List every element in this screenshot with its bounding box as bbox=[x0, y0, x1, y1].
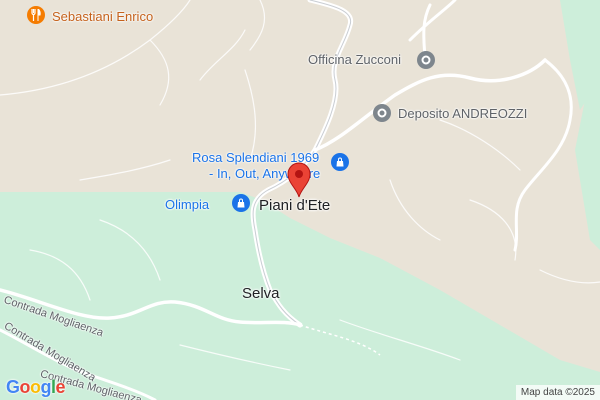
fork-knife-icon[interactable] bbox=[27, 6, 45, 24]
shopping-bag-icon[interactable] bbox=[232, 194, 250, 212]
place-icon[interactable] bbox=[373, 104, 391, 122]
google-logo: Google bbox=[6, 377, 66, 398]
logo-letter: o bbox=[19, 377, 31, 397]
logo-letter: o bbox=[30, 377, 41, 397]
shopping-bag-icon[interactable] bbox=[331, 153, 349, 171]
poi-label-officina-zucconi[interactable]: Officina Zucconi bbox=[308, 52, 401, 67]
map-canvas[interactable]: Sebastiani Enrico Officina Zucconi Depos… bbox=[0, 0, 600, 400]
place-label-piani-dete[interactable]: Piani d'Ete bbox=[259, 197, 330, 214]
logo-letter: G bbox=[6, 377, 20, 397]
poi-label-deposito-andreozzi[interactable]: Deposito ANDREOZZI bbox=[398, 106, 527, 121]
poi-label-sebastiani-enrico[interactable]: Sebastiani Enrico bbox=[52, 9, 153, 24]
location-pin-icon[interactable] bbox=[286, 162, 312, 198]
poi-label-olimpia[interactable]: Olimpia bbox=[165, 197, 209, 212]
logo-letter: g bbox=[40, 377, 52, 397]
place-icon[interactable] bbox=[417, 51, 435, 69]
place-label-selva[interactable]: Selva bbox=[242, 285, 280, 302]
logo-letter: e bbox=[55, 377, 66, 397]
map-attribution[interactable]: Map data ©2025 bbox=[515, 385, 600, 400]
